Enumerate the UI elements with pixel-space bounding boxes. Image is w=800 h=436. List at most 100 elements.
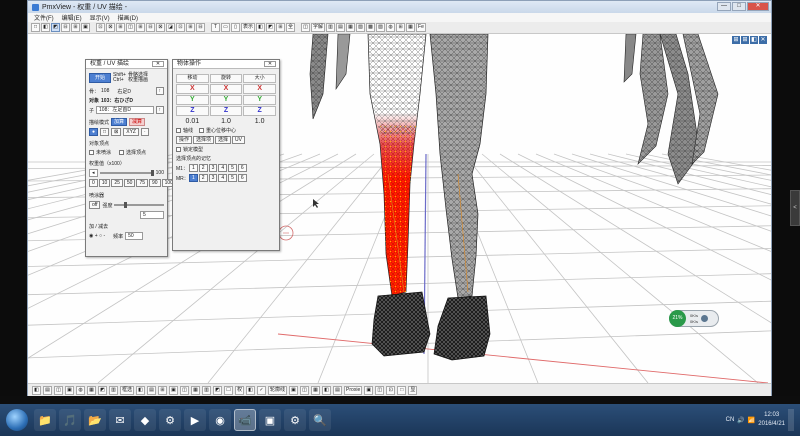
status-button-10[interactable]: ▤ bbox=[147, 385, 157, 395]
m1-slot-1[interactable]: 1 bbox=[189, 164, 198, 172]
view-mode-icon[interactable]: ◧ bbox=[750, 36, 758, 44]
axis-checkbox[interactable] bbox=[176, 128, 181, 133]
toolbar-button-4[interactable]: ⊞ bbox=[71, 23, 80, 32]
menu-file[interactable]: 文件(F) bbox=[34, 13, 54, 22]
layout-toggle-icon[interactable]: ⊞ bbox=[741, 36, 749, 44]
tool-mirror-button[interactable]: ⊠ bbox=[111, 128, 122, 136]
rotate-z-button[interactable]: Z bbox=[209, 106, 243, 116]
status-button-17[interactable]: ☐ bbox=[224, 385, 234, 395]
toolbar-button-35[interactable]: ▦ bbox=[406, 23, 416, 32]
volume-icon[interactable]: 🔊 bbox=[737, 417, 744, 424]
network-icon[interactable]: 📶 bbox=[748, 417, 755, 424]
toolbar-button-0[interactable]: □ bbox=[31, 23, 40, 32]
toolbar-button-36[interactable]: Fe bbox=[416, 23, 426, 32]
m1-slot-2[interactable]: 2 bbox=[198, 164, 208, 172]
toolbar-button-20[interactable]: 表示 bbox=[241, 23, 256, 32]
toolbar-button-23[interactable]: ⊞ bbox=[276, 23, 286, 32]
bone-pick-button[interactable]: ↑ bbox=[155, 87, 164, 95]
side-panel-toggle[interactable]: < bbox=[790, 190, 800, 226]
taskbar-app-1[interactable]: 🎵 bbox=[59, 409, 81, 431]
scale-z-button[interactable]: Z bbox=[243, 106, 276, 116]
status-button-30[interactable]: ⊡ bbox=[386, 385, 396, 395]
object-panel-close-button[interactable]: ✕ bbox=[264, 61, 276, 67]
status-button-19[interactable]: ◧ bbox=[246, 385, 256, 395]
status-button-9[interactable]: ◧ bbox=[136, 385, 146, 395]
status-button-3[interactable]: ▣ bbox=[65, 385, 74, 395]
start-button[interactable]: 开始 bbox=[89, 73, 111, 83]
status-button-0[interactable]: ◧ bbox=[32, 385, 41, 395]
toolbar-button-12[interactable]: ⊠ bbox=[156, 23, 165, 32]
preset-25-button[interactable]: 25 bbox=[111, 179, 123, 187]
move-y-button[interactable]: Y bbox=[176, 95, 209, 105]
status-button-5[interactable]: ▦ bbox=[87, 385, 96, 395]
minimize-button[interactable]: — bbox=[717, 2, 731, 11]
status-button-4[interactable]: ◍ bbox=[76, 385, 85, 395]
status-button-32[interactable]: 显 bbox=[408, 385, 418, 395]
mr-slot-3[interactable]: 3 bbox=[208, 174, 218, 182]
toolbar-button-14[interactable]: ⊡ bbox=[176, 23, 185, 32]
scale-y-button[interactable]: Y bbox=[243, 95, 276, 105]
move-x-button[interactable]: X bbox=[176, 84, 209, 94]
tool-rect-button[interactable]: □ bbox=[100, 128, 110, 136]
status-button-2[interactable]: ◫ bbox=[54, 385, 63, 395]
taskbar-app-9[interactable]: ▣ bbox=[259, 409, 281, 431]
toolbar-button-32[interactable]: ▨ bbox=[376, 23, 386, 32]
menu-draw[interactable]: 描画(D) bbox=[118, 13, 138, 22]
taskbar-app-3[interactable]: ✉ bbox=[109, 409, 131, 431]
m1-slot-6[interactable]: 6 bbox=[237, 164, 247, 172]
maximize-button[interactable]: □ bbox=[732, 2, 746, 11]
toolbar-button-28[interactable]: ▤ bbox=[336, 23, 346, 32]
preset-10-button[interactable]: 10 bbox=[98, 179, 111, 187]
taskbar-app-5[interactable]: ⚙ bbox=[159, 409, 181, 431]
viewport-close-icon[interactable]: ✕ bbox=[759, 36, 767, 44]
mr-slot-1[interactable]: 1 bbox=[189, 174, 198, 182]
status-button-21[interactable]: 轮廓线 bbox=[268, 385, 288, 395]
status-button-22[interactable]: ▣ bbox=[289, 385, 299, 395]
mode-subtract-button[interactable]: 减算 bbox=[129, 118, 146, 126]
start-button[interactable] bbox=[6, 409, 28, 431]
show-desktop-button[interactable] bbox=[788, 409, 794, 431]
taskbar-app-8[interactable]: 📹 bbox=[234, 409, 256, 431]
status-button-29[interactable]: ◫ bbox=[375, 385, 385, 395]
toolbar-button-17[interactable]: T bbox=[211, 23, 220, 32]
mr-slot-5[interactable]: 5 bbox=[228, 174, 237, 182]
preset-0-button[interactable]: 0 bbox=[89, 179, 98, 187]
toolbar-button-30[interactable]: ▧ bbox=[356, 23, 366, 32]
tool-xyz-button[interactable]: XYZ bbox=[123, 128, 139, 136]
toolbar-button-31[interactable]: ▩ bbox=[366, 23, 376, 32]
status-button-16[interactable]: ◩ bbox=[213, 385, 223, 395]
toolbar-button-9[interactable]: ◫ bbox=[126, 23, 135, 32]
toolbar-button-7[interactable]: ⊠ bbox=[106, 23, 115, 32]
toolbar-button-19[interactable]: ▯ bbox=[231, 23, 240, 32]
selected-vertex-checkbox[interactable] bbox=[119, 150, 125, 155]
tab-select[interactable]: 选择 bbox=[215, 136, 232, 144]
tab-operate[interactable]: 操作 bbox=[176, 136, 193, 144]
brush-strength-input[interactable]: 5 bbox=[140, 211, 164, 219]
unpainted-checkbox[interactable] bbox=[89, 150, 94, 155]
toolbar-button-29[interactable]: ▦ bbox=[346, 23, 356, 32]
move-z-button[interactable]: Z bbox=[176, 106, 209, 116]
status-button-1[interactable]: ▤ bbox=[43, 385, 52, 395]
toolbar-button-21[interactable]: ◧ bbox=[256, 23, 266, 32]
mode-add-button[interactable]: 加算 bbox=[111, 118, 128, 126]
status-button-13[interactable]: ◫ bbox=[180, 385, 190, 395]
toolbar-button-3[interactable]: ⊟ bbox=[61, 23, 70, 32]
status-button-23[interactable]: ◫ bbox=[300, 385, 310, 395]
brush-strength-slider[interactable] bbox=[114, 202, 164, 208]
clock[interactable]: 12:03 2016/4/21 bbox=[758, 411, 785, 429]
toolbar-button-11[interactable]: ⊟ bbox=[146, 23, 155, 32]
toolbar-button-16[interactable]: ⊟ bbox=[196, 23, 205, 32]
weight-slider[interactable] bbox=[100, 170, 154, 176]
status-button-18[interactable]: 权 bbox=[235, 385, 245, 395]
m1-slot-3[interactable]: 3 bbox=[208, 164, 218, 172]
status-button-28[interactable]: ▣ bbox=[364, 385, 374, 395]
preset-50-button[interactable]: 50 bbox=[123, 179, 136, 187]
language-indicator[interactable]: CN bbox=[726, 417, 735, 423]
status-button-6[interactable]: ◩ bbox=[98, 385, 107, 395]
lock-model-checkbox[interactable] bbox=[176, 147, 181, 152]
toolbar-button-27[interactable]: ▥ bbox=[326, 23, 336, 32]
status-button-11[interactable]: ⊞ bbox=[158, 385, 168, 395]
toolbar-button-1[interactable]: ◧ bbox=[41, 23, 50, 32]
status-button-12[interactable]: ▣ bbox=[169, 385, 179, 395]
taskbar-app-11[interactable]: 🔍 bbox=[309, 409, 331, 431]
